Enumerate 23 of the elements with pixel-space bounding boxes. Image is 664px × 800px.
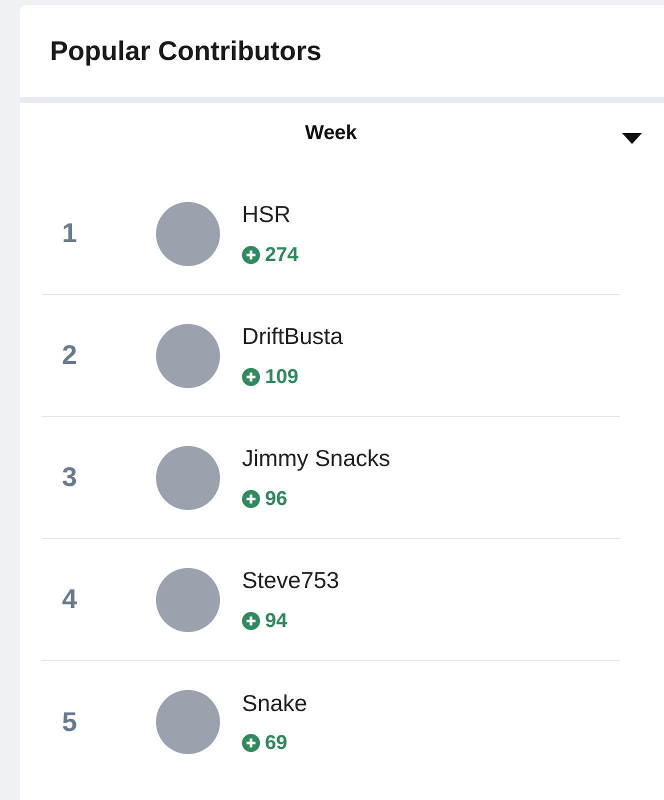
plus-circle-icon — [242, 612, 260, 630]
points-count: 94 — [265, 608, 288, 634]
rank-number: 1 — [62, 217, 78, 250]
contributor-name[interactable]: Snake — [242, 686, 308, 720]
panel-title: Popular Contributors — [50, 34, 322, 68]
rank-number: 5 — [62, 706, 78, 739]
period-dropdown[interactable]: Week — [20, 103, 642, 163]
contributor-name[interactable]: HSR — [242, 197, 298, 232]
plus-circle-icon — [242, 734, 260, 752]
points-count: 274 — [265, 242, 298, 268]
caret-icon — [622, 133, 642, 144]
rank-number: 2 — [62, 339, 78, 372]
plus-circle-icon — [242, 490, 260, 508]
rank-number: 3 — [62, 461, 78, 494]
points-count: 96 — [265, 486, 288, 512]
contributor-name[interactable]: Jimmy Snacks — [242, 441, 390, 476]
contributor-name[interactable]: Steve753 — [242, 563, 340, 598]
plus-circle-icon — [242, 246, 260, 264]
contributor-name[interactable]: DriftBusta — [242, 319, 343, 354]
plus-circle-icon — [242, 368, 260, 386]
points-count: 69 — [265, 731, 288, 756]
points-count: 109 — [265, 364, 298, 390]
rank-number: 4 — [62, 583, 78, 616]
